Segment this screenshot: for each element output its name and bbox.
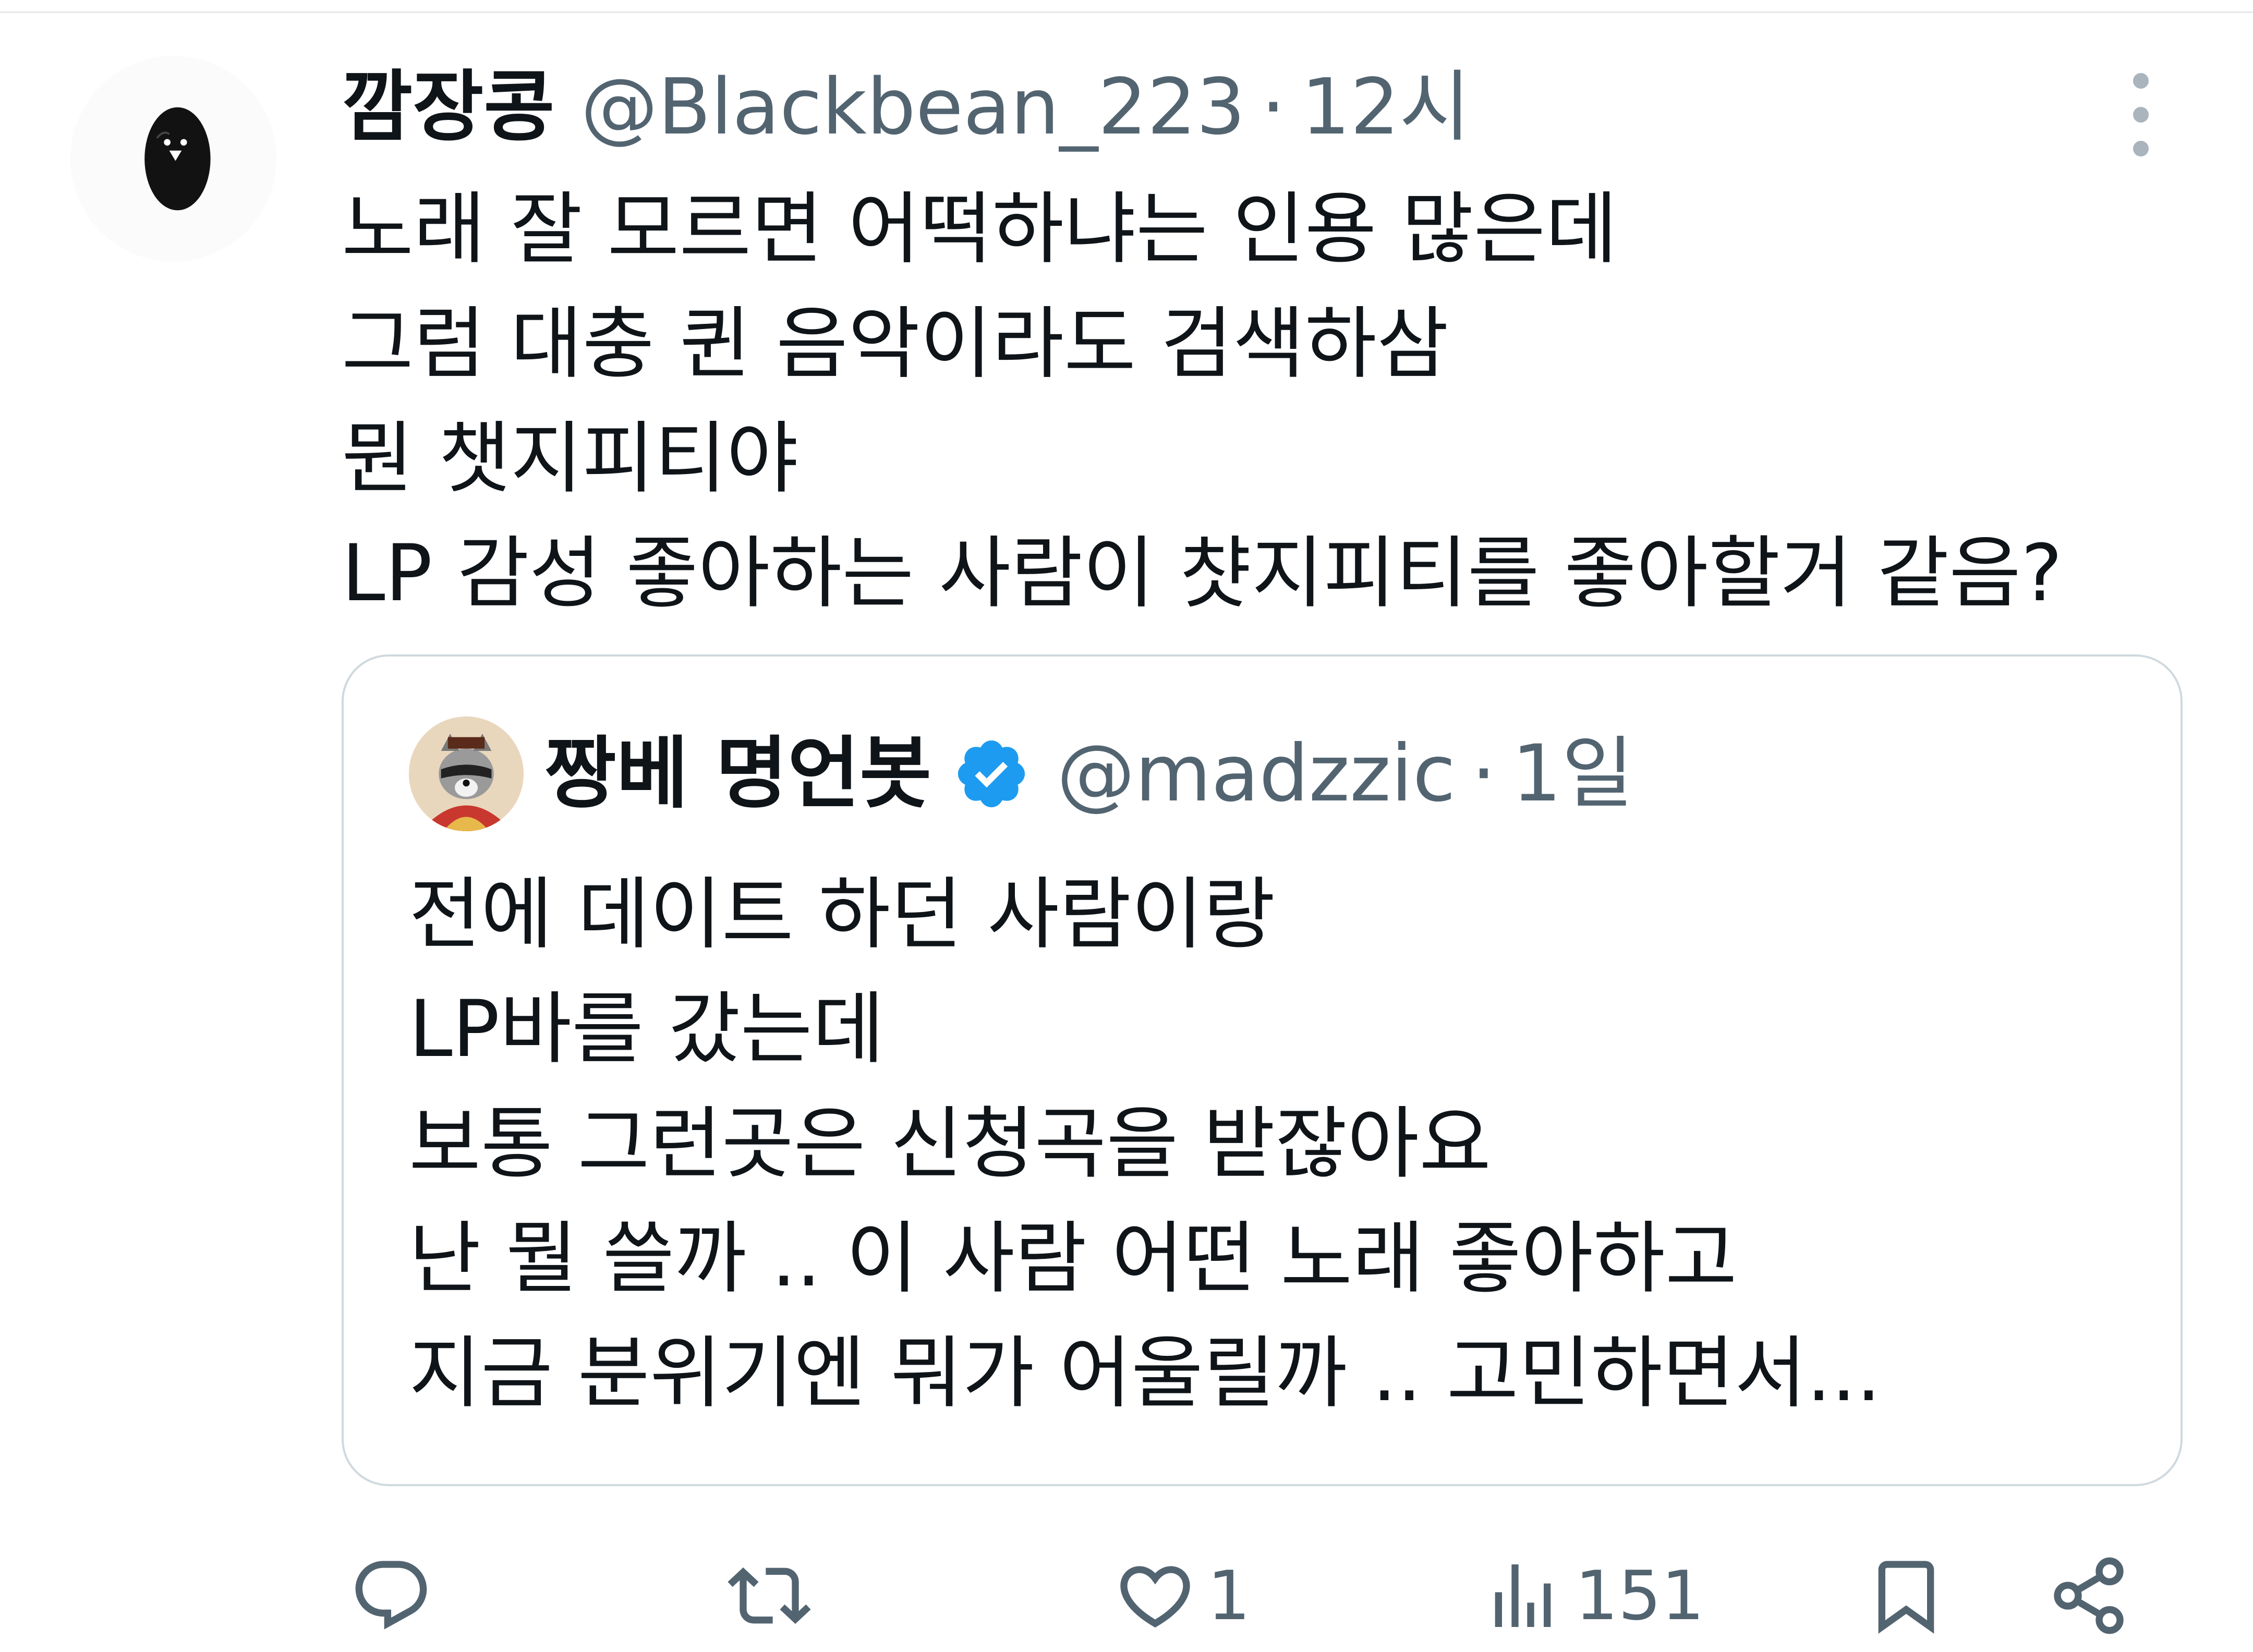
quoted-header-separator: · (1471, 728, 1496, 819)
share-button[interactable] (2047, 1544, 2130, 1648)
tweet-line: 노래 잘 모르면 어떡하냐는 인용 많은데 (342, 184, 1618, 275)
more-options-button[interactable] (2117, 73, 2164, 156)
tweet-line: 그럼 대충 퀸 음악이라도 검색하삼 (342, 299, 1449, 390)
quoted-line: 전에 데이트 하던 사람이랑 (409, 869, 1276, 960)
quoted-display-name[interactable]: 짱베 명언봇 (544, 735, 931, 813)
quoted-handle[interactable]: @madzzic (1057, 735, 1456, 813)
header-separator: · (1261, 62, 1286, 152)
quoted-body: 전에 데이트 하던 사람이랑 LP바를 갔는데 보통 그런곳은 신청곡을 받잖아… (409, 857, 2130, 1431)
quoted-line: 지금 분위기엔 뭐가 어울릴까 .. 고민하면서... (409, 1328, 1881, 1419)
avatar[interactable] (70, 56, 276, 262)
views-count: 151 (1575, 1556, 1705, 1635)
more-dot-icon (2133, 107, 2149, 123)
more-dot-icon (2133, 73, 2149, 89)
author-display-name[interactable]: 깜장콩 (342, 68, 554, 145)
bookmark-icon (1878, 1561, 1934, 1634)
tweet-body: 노래 잘 모르면 어떡하냐는 인용 많은데 그럼 대충 퀸 음악이라도 검색하삼… (342, 172, 2115, 631)
more-dot-icon (2133, 141, 2149, 156)
tweet-timestamp[interactable]: 12시 (1301, 68, 1470, 145)
quoted-timestamp[interactable]: 1일 (1512, 735, 1633, 813)
quoted-line: 난 뭘 쓸까 .. 이 사람 어떤 노래 좋아하고 (409, 1213, 1737, 1304)
verified-badge-icon (958, 740, 1025, 808)
reply-icon (355, 1561, 427, 1630)
raccoon-avatar-icon (409, 716, 524, 831)
black-bean-avatar-icon (70, 56, 276, 262)
heart-icon (1120, 1566, 1190, 1628)
quoted-avatar[interactable] (409, 716, 524, 831)
quoted-tweet-card[interactable]: 짱베 명언봇 @madzzic · 1일 전에 데이트 하던 사람이랑 LP바를… (342, 654, 2183, 1486)
tweet-header: 깜장콩 @Blackbean_223 · 12시 (342, 57, 1470, 156)
bookmark-button[interactable] (1864, 1544, 1948, 1648)
reply-button[interactable] (349, 1544, 433, 1648)
retweet-button[interactable] (728, 1544, 811, 1648)
action-bar: 1 151 (0, 1544, 2253, 1648)
like-count: 1 (1207, 1556, 1251, 1635)
like-button[interactable]: 1 (1113, 1544, 1251, 1648)
views-button[interactable]: 151 (1481, 1544, 1704, 1648)
tweet-line: LP 감성 좋아하는 사람이 챳지피티를 좋아할거 같음? (342, 528, 2063, 619)
share-icon (2054, 1557, 2124, 1634)
quoted-header: 짱베 명언봇 @madzzic · 1일 (544, 724, 1633, 823)
views-icon (1495, 1564, 1551, 1627)
author-handle[interactable]: @Blackbean_223 (580, 68, 1245, 145)
retweet-icon (728, 1567, 811, 1624)
tweet-line: 뭔 챗지피티야 (342, 414, 798, 504)
top-divider (0, 11, 2253, 13)
quoted-line: LP바를 갔는데 (409, 984, 885, 1075)
quoted-line: 보통 그런곳은 신청곡을 받잖아요 (409, 1099, 1492, 1189)
